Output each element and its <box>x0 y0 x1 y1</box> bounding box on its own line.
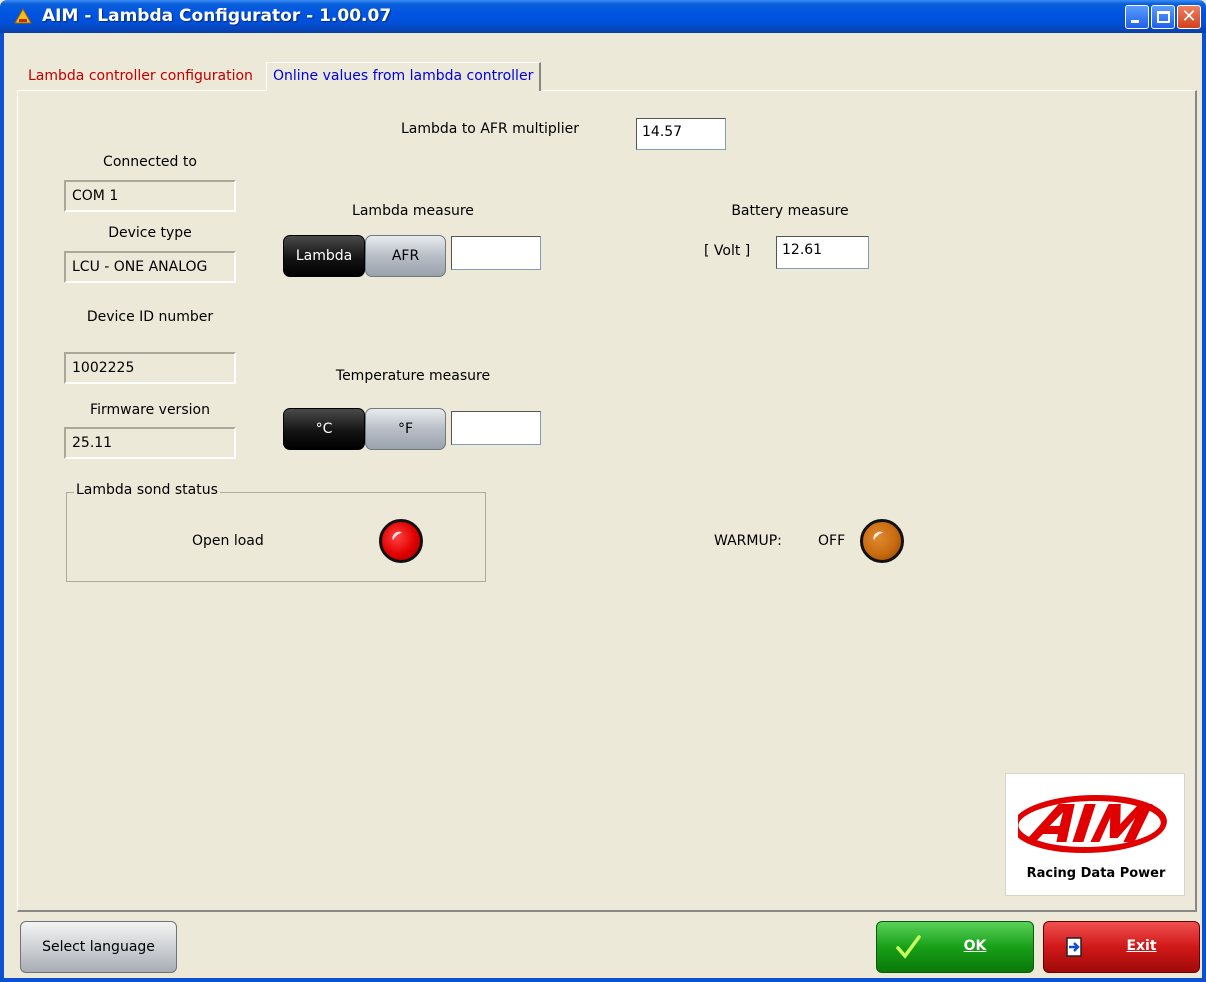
sond-status-led-icon <box>379 519 423 563</box>
device-id-label: Device ID number <box>86 309 214 325</box>
exit-button[interactable]: Exit <box>1043 921 1200 973</box>
celsius-unit-button[interactable]: °C <box>283 408 365 450</box>
led-shine <box>390 529 406 545</box>
connected-to-field: COM 1 <box>64 180 236 212</box>
connected-to-value: COM 1 <box>72 188 119 204</box>
led-shine <box>871 529 887 545</box>
sond-status-text: Open load <box>192 533 264 549</box>
exit-label: Exit <box>1126 938 1157 954</box>
battery-unit-label: [ Volt ] <box>704 243 751 259</box>
temperature-value-field <box>451 411 541 445</box>
select-language-button[interactable]: Select language <box>20 921 177 973</box>
aim-logo: Racing Data Power <box>1005 773 1185 896</box>
device-id-field: 1002225 <box>64 352 236 384</box>
minimize-icon <box>1131 20 1139 23</box>
close-icon: ✕ <box>1181 6 1197 27</box>
firmware-value: 25.11 <box>72 435 113 451</box>
lambda-value-field <box>451 236 541 270</box>
warmup-led-icon <box>860 519 904 563</box>
lambda-measure-title: Lambda measure <box>352 203 474 219</box>
battery-measure-title: Battery measure <box>731 203 849 219</box>
afr-multiplier-input[interactable]: 14.57 <box>636 118 726 150</box>
minimize-button[interactable] <box>1125 5 1149 29</box>
window-title: AIM - Lambda Configurator - 1.00.07 <box>42 6 392 26</box>
connected-to-label: Connected to <box>103 154 197 170</box>
aim-logo-icon <box>1018 795 1167 853</box>
logo-tagline: Racing Data Power <box>1026 866 1166 881</box>
maximize-button[interactable] <box>1151 5 1175 29</box>
battery-value-field: 12.61 <box>776 236 869 269</box>
tab-configuration[interactable]: Lambda controller configuration <box>22 64 259 90</box>
app-icon <box>14 8 32 24</box>
ok-label: OK <box>963 938 987 954</box>
fahrenheit-unit-button[interactable]: °F <box>365 408 446 450</box>
warmup-label: WARMUP: <box>714 533 782 549</box>
maximize-icon <box>1157 11 1170 23</box>
sond-status-group <box>66 492 486 582</box>
lambda-unit-button[interactable]: Lambda <box>283 235 365 277</box>
close-button[interactable]: ✕ <box>1177 5 1201 29</box>
sond-status-title: Lambda sond status <box>74 482 220 498</box>
device-type-value: LCU - ONE ANALOG <box>72 259 208 275</box>
afr-multiplier-label: Lambda to AFR multiplier <box>401 121 579 137</box>
firmware-label: Firmware version <box>90 402 210 418</box>
tab-online-values[interactable]: Online values from lambda controller <box>266 62 542 91</box>
afr-unit-button[interactable]: AFR <box>365 235 446 277</box>
ok-button[interactable]: OK <box>876 921 1034 973</box>
device-type-label: Device type <box>108 225 192 241</box>
device-type-field: LCU - ONE ANALOG <box>64 251 236 283</box>
temperature-measure-title: Temperature measure <box>335 368 491 384</box>
title-bar[interactable]: AIM - Lambda Configurator - 1.00.07 ✕ <box>0 0 1206 33</box>
device-id-value: 1002225 <box>72 360 135 376</box>
warmup-state: OFF <box>818 533 846 549</box>
firmware-field: 25.11 <box>64 427 236 459</box>
